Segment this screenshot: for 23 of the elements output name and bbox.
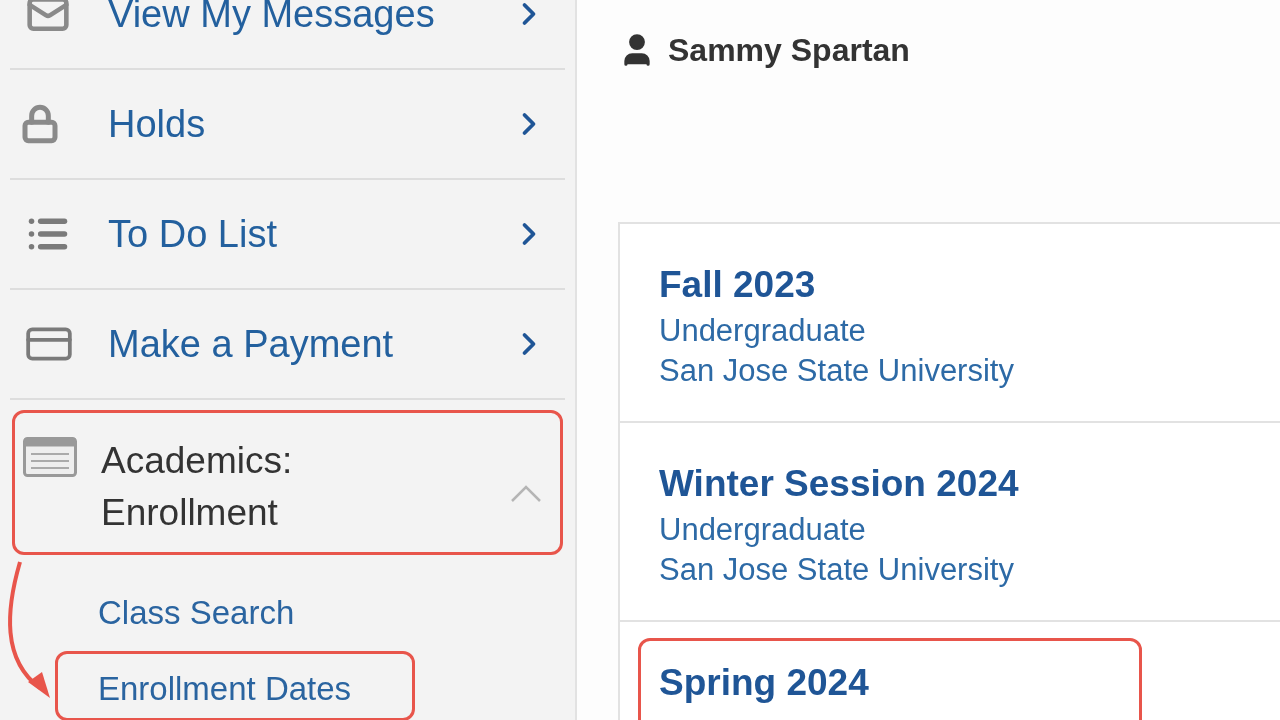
term-institution: San Jose State University (659, 551, 1015, 589)
menu-section-header[interactable]: Academics: Enrollment (12, 410, 563, 555)
term-institution: San Jose State University (659, 352, 1015, 390)
chevron-up-icon (510, 484, 542, 503)
term-title: Winter Session 2024 (659, 462, 1020, 506)
submenu-link[interactable]: Enrollment Dates (55, 651, 415, 720)
menu-item-label: To Do List (108, 211, 277, 257)
term-career: Undergraduate (659, 511, 867, 549)
menu-section-label: Academics: Enrollment (101, 439, 294, 535)
menu-item-label: Make a Payment (108, 321, 394, 367)
lock-icon (20, 102, 60, 146)
menu-item-label: Holds (108, 101, 206, 147)
submenu-link[interactable]: Class Search (55, 575, 415, 645)
term-card[interactable]: Fall 2023 Undergraduate San Jose State University (620, 224, 1280, 423)
menu-item[interactable]: To Do List (10, 180, 565, 290)
menu-item[interactable]: Make a Payment (10, 290, 565, 400)
term-card[interactable]: Winter Session 2024 Undergraduate San Jose State University (620, 423, 1280, 622)
user-name: Sammy Spartan (668, 31, 910, 70)
menu-item[interactable]: Holds (10, 70, 565, 180)
form-icon (23, 437, 77, 477)
term-career: Undergraduate (659, 312, 867, 350)
term-title: Fall 2023 (659, 263, 817, 307)
term-title: Spring 2024 (659, 661, 870, 705)
